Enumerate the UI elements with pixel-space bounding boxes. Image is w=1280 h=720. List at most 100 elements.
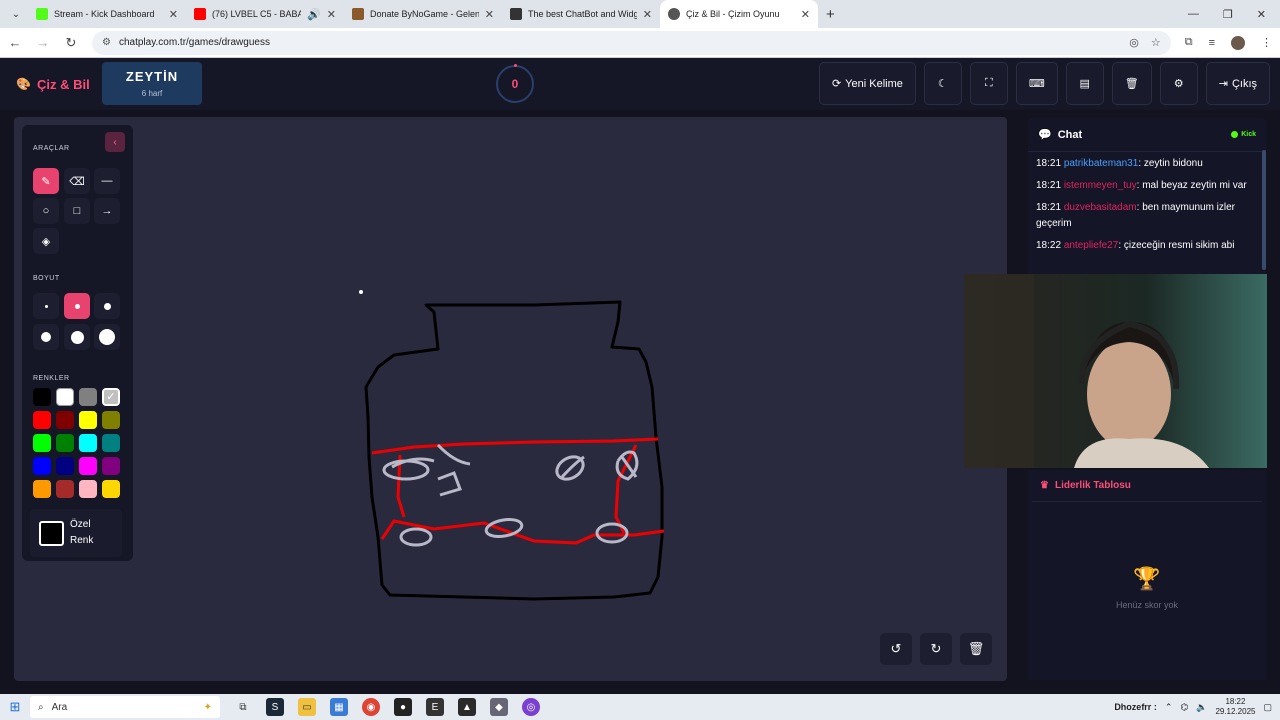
new-tab-icon[interactable]: + xyxy=(826,6,835,23)
bookmark-star-icon[interactable]: ☆ xyxy=(1151,36,1161,49)
size-4-button[interactable] xyxy=(33,324,59,350)
brush-tool[interactable]: ✎ xyxy=(33,168,59,194)
redo-button[interactable]: ↻ xyxy=(920,633,952,665)
collapse-tools-button[interactable]: ‹ xyxy=(105,132,125,152)
color-swatch[interactable] xyxy=(79,457,97,475)
network-icon[interactable]: ⌬ xyxy=(1180,702,1188,713)
chat-message: 18:21 patrikbateman31: zeytin bidonu xyxy=(1036,158,1203,169)
color-swatch[interactable] xyxy=(33,457,51,475)
browser-tab[interactable]: Donate ByNoGame - Gelen/Gid ✕ xyxy=(344,0,502,28)
color-swatch[interactable] xyxy=(56,457,74,475)
browser-tab-active[interactable]: Çiz & Bil - Çizim Oyunu ✕ xyxy=(660,0,818,28)
color-swatch[interactable] xyxy=(79,434,97,452)
tab-title: Stream - Kick Dashboard xyxy=(54,9,155,19)
browser-tab[interactable]: Stream - Kick Dashboard ✕ xyxy=(28,0,186,28)
fill-tool[interactable]: ◈ xyxy=(33,228,59,254)
steam-icon[interactable]: S xyxy=(266,698,284,716)
message-user[interactable]: patrikbateman31 xyxy=(1064,158,1139,169)
chrome-icon[interactable]: ◉ xyxy=(362,698,380,716)
forward-icon[interactable]: → xyxy=(36,35,50,50)
reload-icon[interactable]: ↻ xyxy=(64,35,78,51)
color-swatch[interactable] xyxy=(33,411,51,429)
clear-canvas-button[interactable]: 🗑 xyxy=(960,633,992,665)
site-settings-icon[interactable]: ⚙ xyxy=(102,37,111,48)
undo-button[interactable]: ↺ xyxy=(880,633,912,665)
line-tool[interactable]: — xyxy=(94,168,120,194)
color-swatch[interactable]: ✓ xyxy=(102,388,120,406)
obs-icon[interactable]: ● xyxy=(394,698,412,716)
folder-icon[interactable]: ▭ xyxy=(298,698,316,716)
custom-color-button[interactable]: Özel Renk xyxy=(30,509,122,557)
url-field[interactable]: ⚙ chatplay.com.tr/games/drawguess ◎ ☆ xyxy=(92,30,1171,55)
minimize-icon[interactable]: — xyxy=(1188,8,1199,21)
message-user[interactable]: antepliefe27 xyxy=(1064,240,1119,251)
speaker-icon[interactable]: 🔊 xyxy=(307,8,321,21)
rectangle-tool[interactable]: □ xyxy=(64,198,90,224)
size-2-button[interactable] xyxy=(64,293,90,319)
settings-button[interactable]: ⚙ xyxy=(1159,62,1198,105)
color-swatch[interactable] xyxy=(102,480,120,498)
reading-list-icon[interactable]: ≡ xyxy=(1209,37,1215,49)
discord-icon[interactable]: ◎ xyxy=(522,698,540,716)
app-icon[interactable]: ◆ xyxy=(490,698,508,716)
message-user[interactable]: istemmeyen_tuy xyxy=(1064,180,1137,191)
chat-scrollbar[interactable] xyxy=(1262,150,1266,270)
color-swatch[interactable] xyxy=(79,480,97,498)
tab-title: Donate ByNoGame - Gelen/Gid xyxy=(370,9,479,19)
keyboard-button[interactable]: ⌨ xyxy=(1015,62,1058,105)
close-tab-icon[interactable]: ✕ xyxy=(643,8,652,21)
color-swatch[interactable] xyxy=(79,411,97,429)
tab-search-icon[interactable]: ⌄ xyxy=(4,4,28,24)
browser-tab[interactable]: The best ChatBot and Widgets ✕ xyxy=(502,0,660,28)
color-swatch[interactable] xyxy=(33,480,51,498)
epic-games-icon[interactable]: E xyxy=(426,698,444,716)
store-icon[interactable]: ▦ xyxy=(330,698,348,716)
archive-button[interactable]: ▤ xyxy=(1065,62,1104,105)
notifications-icon[interactable]: ▢ xyxy=(1263,702,1272,713)
message-user[interactable]: duzvebasitadam xyxy=(1064,202,1137,213)
clock[interactable]: 18:22 29.12.2025 xyxy=(1215,697,1255,717)
size-1-button[interactable] xyxy=(33,293,59,319)
eye-off-icon[interactable]: ◎ xyxy=(1129,36,1139,49)
app-logo[interactable]: 🎨 Çiz & Bil xyxy=(16,77,90,92)
windows-start-icon[interactable]: ⊞ xyxy=(0,699,30,715)
nvidia-icon[interactable]: ▲ xyxy=(458,698,476,716)
color-swatch[interactable] xyxy=(102,411,120,429)
color-swatch[interactable] xyxy=(56,388,74,406)
menu-icon[interactable]: ⋮ xyxy=(1261,36,1272,49)
arrow-tool[interactable]: → xyxy=(94,198,120,224)
close-window-icon[interactable]: ✕ xyxy=(1257,8,1266,21)
close-tab-icon[interactable]: ✕ xyxy=(801,8,810,21)
color-swatch[interactable] xyxy=(102,457,120,475)
color-swatch[interactable] xyxy=(79,388,97,406)
volume-icon[interactable]: 🔈 xyxy=(1196,702,1207,713)
fullscreen-button[interactable]: ⛶ xyxy=(969,62,1008,105)
new-word-button[interactable]: ⟳ Yeni Kelime xyxy=(818,62,916,105)
color-swatch[interactable] xyxy=(56,434,74,452)
chevron-up-icon[interactable]: ⌃ xyxy=(1165,702,1173,713)
close-tab-icon[interactable]: ✕ xyxy=(327,8,336,21)
color-swatch[interactable] xyxy=(33,434,51,452)
color-swatch[interactable] xyxy=(102,434,120,452)
taskbar-search[interactable]: ⌕ Ara ✦ xyxy=(30,696,220,718)
color-swatch[interactable] xyxy=(33,388,51,406)
eraser-tool[interactable]: ⌫ xyxy=(64,168,90,194)
color-swatch[interactable] xyxy=(56,480,74,498)
drawing-canvas[interactable]: ARAÇLAR ‹ ✎ ⌫ — ○ □ → ◈ BOYUT RENKLER ✓ … xyxy=(14,117,1007,681)
close-tab-icon[interactable]: ✕ xyxy=(485,8,494,21)
task-view-icon[interactable]: ⧉ xyxy=(234,698,252,716)
restore-icon[interactable]: ❐ xyxy=(1223,8,1233,21)
theme-toggle-button[interactable]: ☾ xyxy=(923,62,962,105)
profile-avatar[interactable] xyxy=(1231,35,1245,50)
circle-tool[interactable]: ○ xyxy=(33,198,59,224)
size-5-button[interactable] xyxy=(64,324,90,350)
exit-button[interactable]: ⇥ Çıkış xyxy=(1205,62,1270,105)
extensions-icon[interactable]: ⧉ xyxy=(1185,36,1193,49)
close-tab-icon[interactable]: ✕ xyxy=(169,8,178,21)
browser-tab[interactable]: (76) LVBEL C5 - BABA - You 🔊 ✕ xyxy=(186,0,344,28)
size-3-button[interactable] xyxy=(94,293,120,319)
delete-button[interactable]: 🗑 xyxy=(1111,62,1152,105)
back-icon[interactable]: ← xyxy=(8,35,22,50)
color-swatch[interactable] xyxy=(56,411,74,429)
size-6-button[interactable] xyxy=(94,324,120,350)
